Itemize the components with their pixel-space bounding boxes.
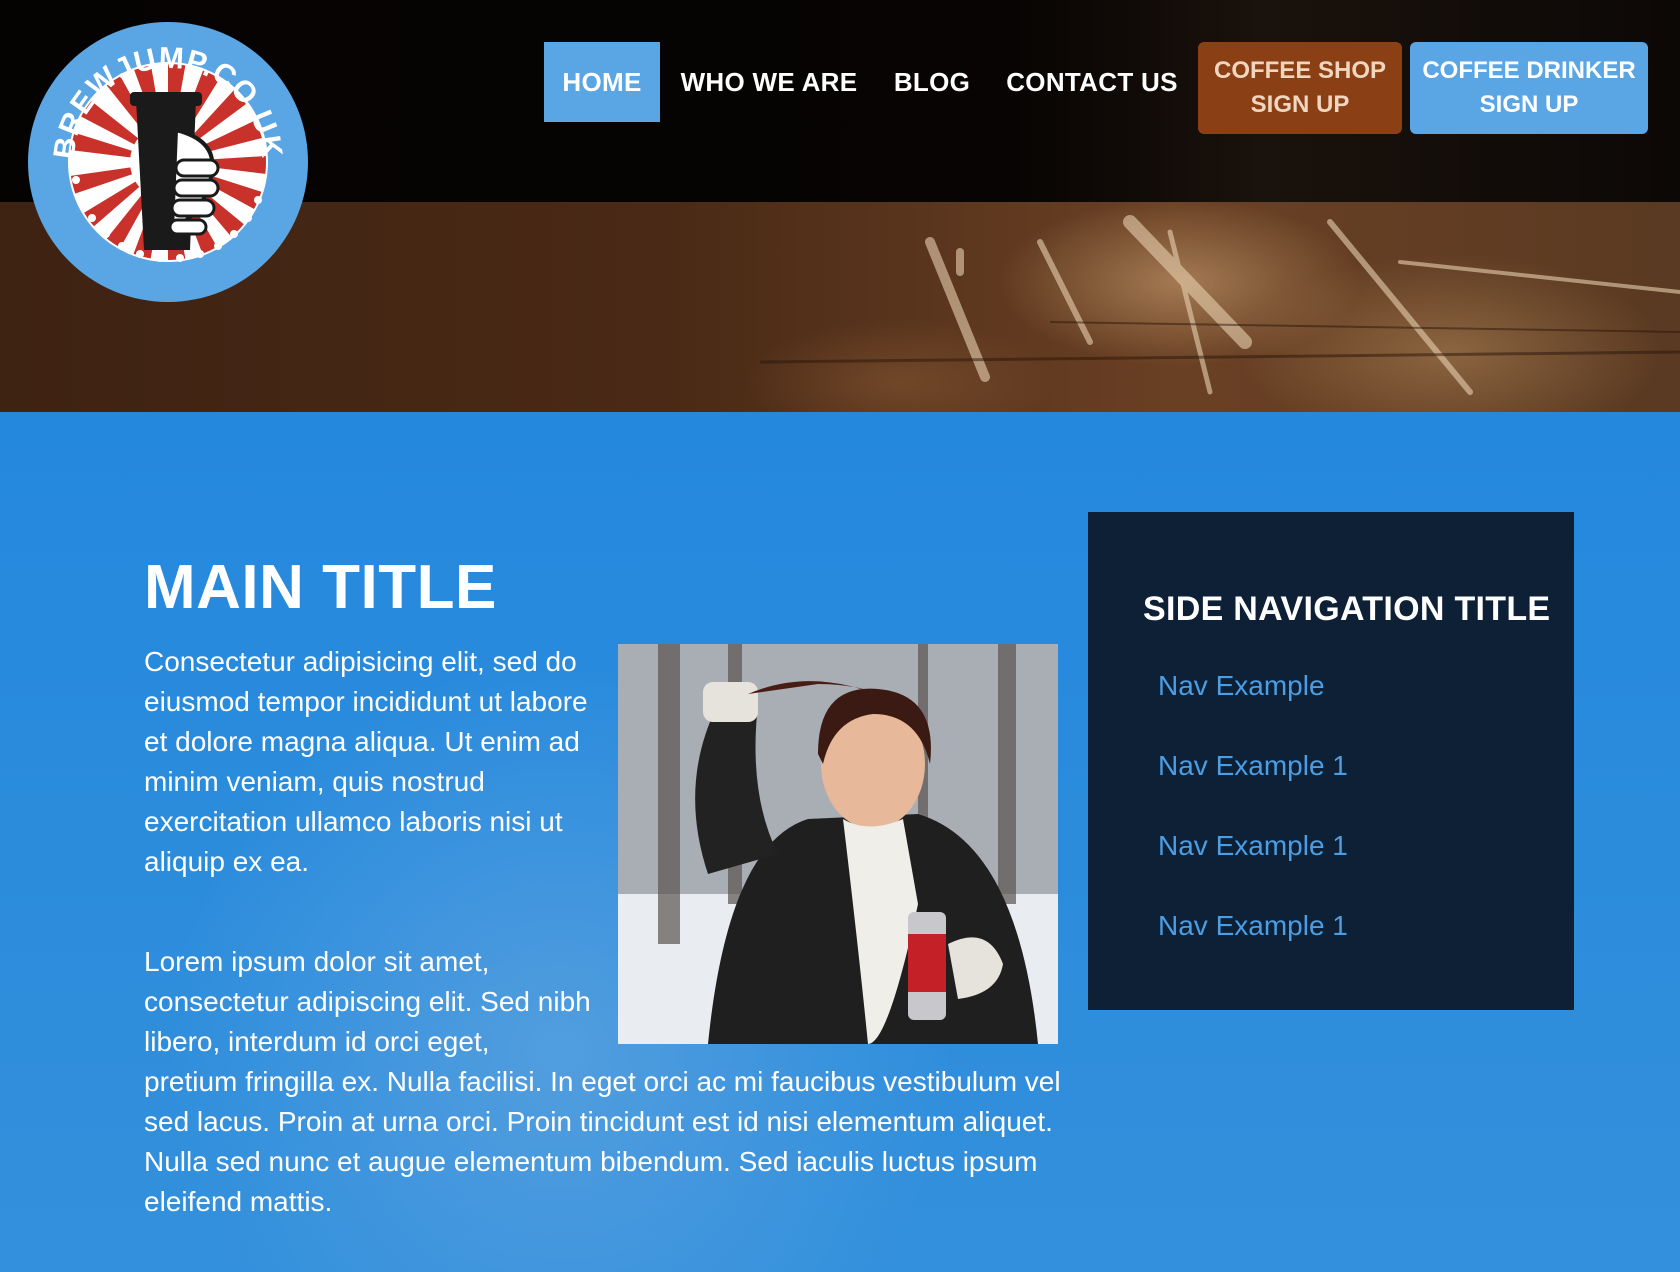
main-content: MAIN TITLE Consectetur adipisicing elit,… bbox=[0, 412, 1680, 1272]
side-nav-link[interactable]: Nav Example 1 bbox=[1158, 830, 1348, 862]
main-title: MAIN TITLE bbox=[144, 553, 497, 622]
coffee-shop-signup-button[interactable]: COFFEE SHOP SIGN UP bbox=[1198, 42, 1402, 134]
coffee-shop-signup-line2: SIGN UP bbox=[1250, 91, 1350, 118]
nav-home[interactable]: HOME bbox=[544, 42, 660, 122]
nav-contact-us[interactable]: CONTACT US bbox=[1000, 42, 1184, 122]
coffee-drinker-signup-line1: COFFEE DRINKER bbox=[1422, 57, 1636, 84]
coffee-shop-signup-line1: COFFEE SHOP bbox=[1213, 57, 1387, 84]
nav-who-we-are[interactable]: WHO WE ARE bbox=[676, 42, 862, 122]
side-nav-link[interactable]: Nav Example 1 bbox=[1158, 750, 1348, 782]
side-navigation: SIDE NAVIGATION TITLE Nav Example Nav Ex… bbox=[1088, 512, 1574, 1010]
side-navigation-title: SIDE NAVIGATION TITLE bbox=[1143, 590, 1551, 628]
paragraph-2-start: Lorem ipsum dolor sit amet, consectetur … bbox=[144, 946, 591, 1057]
hero-banner: BREWJUMP.CO.UK HOME WHO WE ARE BLOG CONT… bbox=[0, 0, 1680, 412]
coffee-drinker-signup-line2: SIGN UP bbox=[1479, 91, 1579, 118]
woman-with-coffee-photo bbox=[618, 644, 1058, 1044]
page: BREWJUMP.CO.UK HOME WHO WE ARE BLOG CONT… bbox=[0, 0, 1680, 1272]
side-nav-link[interactable]: Nav Example bbox=[1158, 670, 1325, 702]
brewjump-logo[interactable]: BREWJUMP.CO.UK bbox=[26, 20, 310, 304]
coffee-drinker-signup-button[interactable]: COFFEE DRINKER SIGN UP bbox=[1410, 42, 1648, 134]
nav-blog[interactable]: BLOG bbox=[880, 42, 984, 122]
paragraph-2-rest: pretium fringilla ex. Nulla facilisi. In… bbox=[144, 1066, 1061, 1217]
paragraph-1: Consectetur adipisicing elit, sed do eiu… bbox=[144, 646, 588, 877]
side-nav-link[interactable]: Nav Example 1 bbox=[1158, 910, 1348, 942]
